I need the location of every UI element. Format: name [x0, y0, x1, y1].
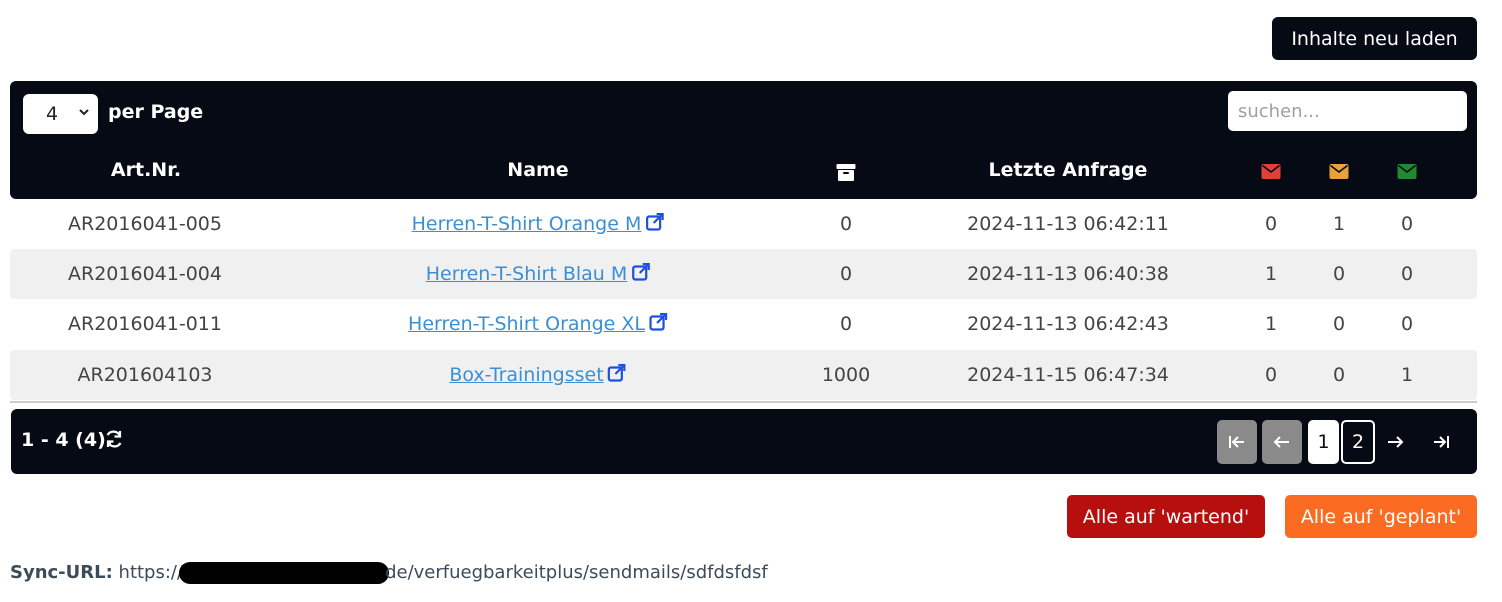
product-link[interactable]: Box-Trainingsset [449, 364, 603, 386]
product-link[interactable]: Herren-T-Shirt Blau M [426, 263, 628, 285]
per-page-value: 4 [46, 103, 59, 125]
reload-content-button[interactable]: Inhalte neu laden [1272, 17, 1477, 60]
mail-red-count: 0 [1264, 213, 1278, 235]
first-page-icon [1229, 436, 1244, 448]
table-row: AR2016041-005 Herren-T-Shirt Orange M 0 … [10, 199, 1477, 249]
product-link[interactable]: Herren-T-Shirt Orange XL [408, 313, 645, 335]
mail-red-count: 1 [1264, 313, 1278, 335]
table-footer-bar: 1 - 4 (4). 1 2 [11, 409, 1477, 474]
column-header-art-nr[interactable]: Art.Nr. [111, 159, 181, 181]
chevron-down-icon [79, 109, 89, 116]
arrow-left-icon [1273, 436, 1289, 448]
column-header-name[interactable]: Name [507, 159, 568, 181]
mail-red-count: 1 [1264, 263, 1278, 285]
mail-orange-count: 1 [1332, 213, 1346, 235]
refresh-icon[interactable] [104, 429, 124, 449]
last-request-cell: 2024-11-13 06:42:11 [967, 213, 1169, 235]
external-link-icon[interactable] [645, 213, 664, 232]
next-page-button[interactable] [1377, 420, 1413, 464]
art-nr-cell: AR201604103 [77, 364, 213, 386]
arrow-right-icon [1388, 436, 1404, 448]
set-all-waiting-button[interactable]: Alle auf 'wartend' [1067, 495, 1265, 538]
name-cell: Box-Trainingsset [449, 350, 626, 400]
table-divider [10, 401, 1477, 403]
mail-orange-count: 0 [1332, 263, 1346, 285]
mail-orange-count: 0 [1332, 313, 1346, 335]
table-row: AR2016041-011 Herren-T-Shirt Orange XL 0… [10, 299, 1477, 349]
column-header-last-request[interactable]: Letzte Anfrage [989, 159, 1148, 181]
name-cell: Herren-T-Shirt Orange XL [408, 299, 668, 349]
mail-green-count: 1 [1400, 364, 1414, 386]
first-page-button[interactable] [1217, 420, 1257, 464]
per-page-label: per Page [108, 101, 204, 123]
name-cell: Herren-T-Shirt Blau M [426, 249, 651, 299]
archive-box-icon[interactable] [836, 164, 856, 185]
table-row: AR201604103 Box-Trainingsset 1000 2024-1… [10, 350, 1477, 400]
search-input[interactable] [1228, 91, 1467, 131]
art-nr-cell: AR2016041-004 [68, 263, 222, 285]
art-nr-cell: AR2016041-005 [68, 213, 222, 235]
last-request-cell: 2024-11-13 06:42:43 [967, 313, 1169, 335]
external-link-icon[interactable] [608, 364, 627, 383]
art-nr-cell: AR2016041-011 [68, 313, 222, 335]
sync-url-label: Sync-URL: [10, 562, 113, 583]
last-page-button[interactable] [1421, 420, 1461, 464]
mail-red-count: 0 [1264, 364, 1278, 386]
name-cell: Herren-T-Shirt Orange M [412, 199, 665, 249]
stock-cell: 0 [839, 313, 853, 335]
set-all-planned-button[interactable]: Alle auf 'geplant' [1285, 495, 1477, 538]
external-link-icon[interactable] [649, 313, 668, 332]
external-link-icon[interactable] [631, 263, 650, 282]
table-row: AR2016041-004 Herren-T-Shirt Blau M 0 20… [10, 249, 1477, 299]
last-request-cell: 2024-11-13 06:40:38 [967, 263, 1169, 285]
sync-url-prefix: https:// [118, 562, 184, 583]
per-page-select[interactable]: 4 [23, 94, 98, 134]
table-header-bar: 4 per Page Art.Nr. Name Letzte Anfrage [10, 81, 1477, 199]
product-link[interactable]: Herren-T-Shirt Orange M [412, 213, 642, 235]
mail-green-count: 0 [1400, 313, 1414, 335]
sync-url-line: Sync-URL: https:// de/verfuegbarkeitplus/… [10, 562, 768, 584]
page-2-button[interactable]: 2 [1341, 420, 1375, 464]
pagination-info: 1 - 4 (4). [21, 429, 113, 451]
mail-green-count: 0 [1400, 213, 1414, 235]
stock-cell: 0 [839, 263, 853, 285]
envelope-icon[interactable] [1329, 164, 1349, 183]
mail-green-count: 0 [1400, 263, 1414, 285]
envelope-icon[interactable] [1397, 164, 1417, 183]
last-page-icon [1434, 436, 1449, 448]
page-1-button[interactable]: 1 [1308, 420, 1339, 464]
envelope-icon[interactable] [1261, 164, 1281, 183]
stock-cell: 0 [839, 213, 853, 235]
previous-page-button[interactable] [1262, 420, 1302, 464]
mail-orange-count: 0 [1332, 364, 1346, 386]
stock-cell: 1000 [821, 364, 871, 386]
sync-url-suffix: de/verfuegbarkeitplus/sendmails/sdfdsfds… [385, 562, 768, 583]
last-request-cell: 2024-11-15 06:47:34 [967, 364, 1169, 386]
redaction-bar [179, 562, 390, 584]
